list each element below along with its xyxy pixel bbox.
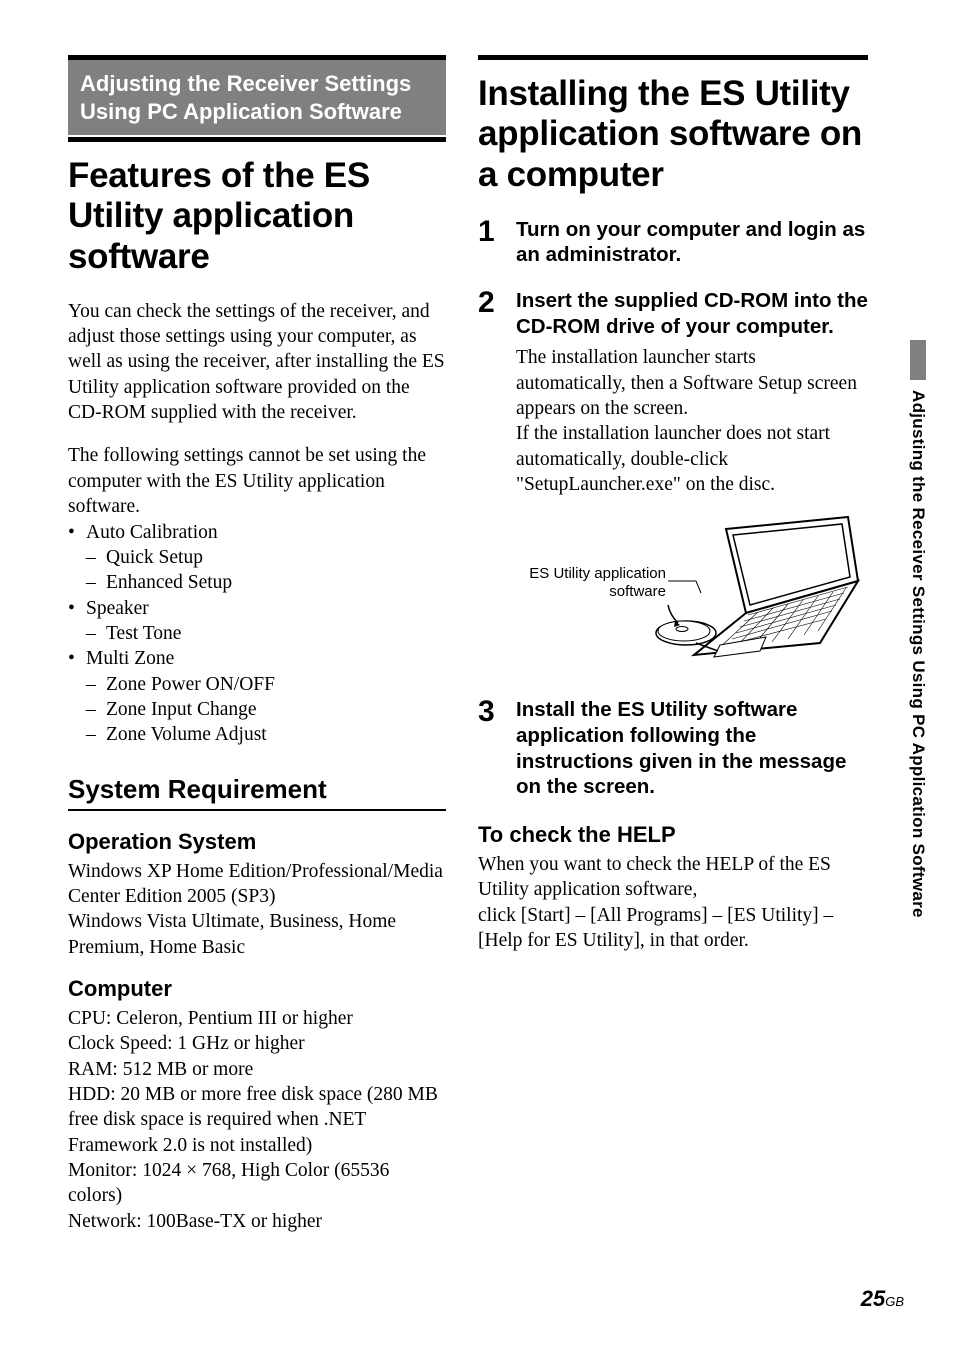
sub-list: Zone Power ON/OFF Zone Input Change Zone… xyxy=(86,672,446,748)
step-number: 2 xyxy=(478,288,500,683)
laptop-icon xyxy=(648,515,868,665)
step-1: 1 Turn on your computer and login as an … xyxy=(478,217,868,274)
page-number: 25GB xyxy=(861,1286,904,1312)
step-number: 3 xyxy=(478,697,500,806)
step-title: Insert the supplied CD-ROM into the CD-R… xyxy=(516,288,868,339)
step-2: 2 Insert the supplied CD-ROM into the CD… xyxy=(478,288,868,683)
list-item: Zone Input Change xyxy=(86,697,446,722)
list-item: Multi Zone Zone Power ON/OFF Zone Input … xyxy=(68,646,446,747)
side-tab-bar xyxy=(910,340,926,380)
page-content: Adjusting the Receiver Settings Using PC… xyxy=(68,55,904,1250)
list-item: Auto Calibration Quick Setup Enhanced Se… xyxy=(68,520,446,596)
install-title: Installing the ES Utility application so… xyxy=(478,55,868,195)
step-title: Turn on your computer and login as an ad… xyxy=(516,217,868,268)
help-body: When you want to check the HELP of the E… xyxy=(478,852,868,953)
page-suffix: GB xyxy=(885,1294,904,1309)
intro-paragraph: You can check the settings of the receiv… xyxy=(68,299,446,426)
step-body: Insert the supplied CD-ROM into the CD-R… xyxy=(516,288,868,683)
features-title: Features of the ES Utility application s… xyxy=(68,137,446,277)
list-item: Enhanced Setup xyxy=(86,570,446,595)
help-heading: To check the HELP xyxy=(478,822,868,848)
list-item: Test Tone xyxy=(86,621,446,646)
step-3: 3 Install the ES Utility software applic… xyxy=(478,697,868,806)
bullet-label: Speaker xyxy=(86,598,149,619)
step-body: Turn on your computer and login as an ad… xyxy=(516,217,868,274)
bullet-label: Multi Zone xyxy=(86,648,174,669)
figure-laptop-cd: ES Utility application software xyxy=(516,515,868,665)
side-tab-label: Adjusting the Receiver Settings Using PC… xyxy=(908,390,928,918)
exclusion-list: Auto Calibration Quick Setup Enhanced Se… xyxy=(68,520,446,748)
step-body: Install the ES Utility software applicat… xyxy=(516,697,868,806)
step-text: The installation launcher starts automat… xyxy=(516,345,868,497)
list-item: Speaker Test Tone xyxy=(68,596,446,647)
sub-list: Quick Setup Enhanced Setup xyxy=(86,545,446,596)
note-lead: The following settings cannot be set usi… xyxy=(68,443,446,519)
step-title: Install the ES Utility software applicat… xyxy=(516,697,868,800)
list-item: Zone Volume Adjust xyxy=(86,722,446,747)
computer-body: CPU: Celeron, Pentium III or higher Cloc… xyxy=(68,1006,446,1234)
sub-list: Test Tone xyxy=(86,621,446,646)
system-requirement-heading: System Requirement xyxy=(68,774,446,811)
right-column: Installing the ES Utility application so… xyxy=(478,55,868,1250)
page-number-value: 25 xyxy=(861,1286,885,1311)
os-body: Windows XP Home Edition/Professional/Med… xyxy=(68,859,446,960)
left-column: Adjusting the Receiver Settings Using PC… xyxy=(68,55,446,1250)
list-item: Zone Power ON/OFF xyxy=(86,672,446,697)
list-item: Quick Setup xyxy=(86,545,446,570)
section-header: Adjusting the Receiver Settings Using PC… xyxy=(68,55,446,135)
figure-label: ES Utility application software xyxy=(516,565,666,601)
bullet-label: Auto Calibration xyxy=(86,522,218,543)
computer-heading: Computer xyxy=(68,976,446,1002)
step-number: 1 xyxy=(478,217,500,274)
os-heading: Operation System xyxy=(68,829,446,855)
side-tab: Adjusting the Receiver Settings Using PC… xyxy=(896,340,926,980)
